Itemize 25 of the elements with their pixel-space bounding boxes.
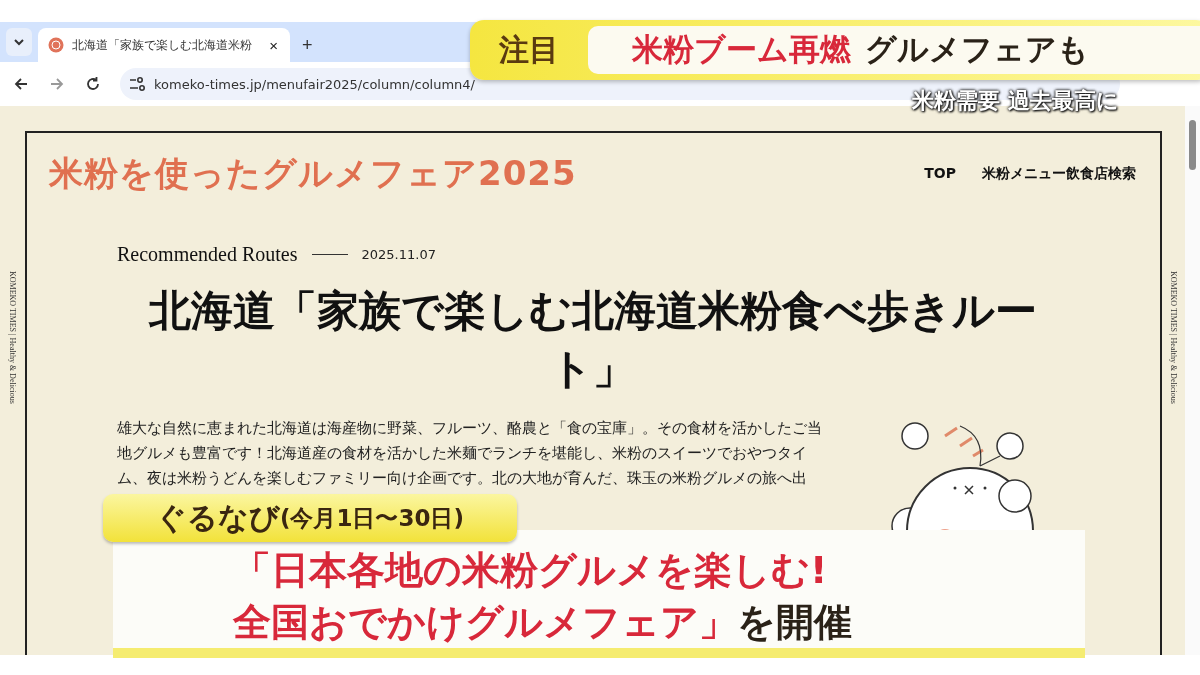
article-date: 2025.11.07 [361, 247, 436, 262]
new-tab-button[interactable]: + [296, 35, 319, 56]
close-tab-button[interactable]: × [267, 36, 280, 54]
side-text: KOMEKO TIMES | Healthy & Delicious [1169, 271, 1178, 404]
tab-list-button[interactable] [6, 28, 32, 56]
nav-link[interactable]: 米粉メニュー飲食店検索 [982, 165, 1136, 183]
tab-title: 北海道「家族で楽しむ北海道米粉 [72, 36, 253, 54]
article-title: 北海道「家族で楽しむ北海道米粉食べ歩きルート」 [147, 285, 1038, 395]
site-settings-icon[interactable] [128, 75, 146, 93]
chevron-down-icon [13, 38, 25, 46]
nav-link[interactable]: TOP [924, 165, 956, 183]
scrollbar[interactable] [1185, 106, 1200, 655]
caption-source: ぐるなび [155, 498, 280, 537]
article-body: 雄大な自然に恵まれた北海道は海産物に野菜、フルーツ、酪農と「食の宝庫」。その食材を活かしたご当地グルメも豊富です！北海道産の食材を活かした米麺でランチを堪能し、米粉のスイーツでおやつタイム、夜は米粉うどんを楽しむファミリー向け企画です。北の大地が育んだ、珠玉の米粉グルメの旅へ出 [117, 419, 823, 488]
url-text: komeko-times.jp/menufair2025/column/column4/ [154, 76, 475, 92]
caption-period: (今月1日〜30日) [279, 503, 464, 531]
reload-icon[interactable] [84, 75, 102, 93]
site-favicon-icon [48, 37, 64, 53]
caption-headline: 米粉ブーム再燃 グルメフェアも [588, 26, 1200, 74]
caption-line: 全国おでかけグルメフェア」を開催 [233, 599, 853, 646]
side-text: KOMEKO TIMES | Healthy & Delicious [8, 271, 17, 404]
article-category: Recommended Routes [117, 243, 298, 266]
browser-tab[interactable]: 北海道「家族で楽しむ北海道米粉 × [38, 28, 290, 62]
caption-tag: 注目 [470, 29, 588, 71]
caption-line: 「日本各地の米粉グルメを楽しむ! [233, 547, 829, 594]
